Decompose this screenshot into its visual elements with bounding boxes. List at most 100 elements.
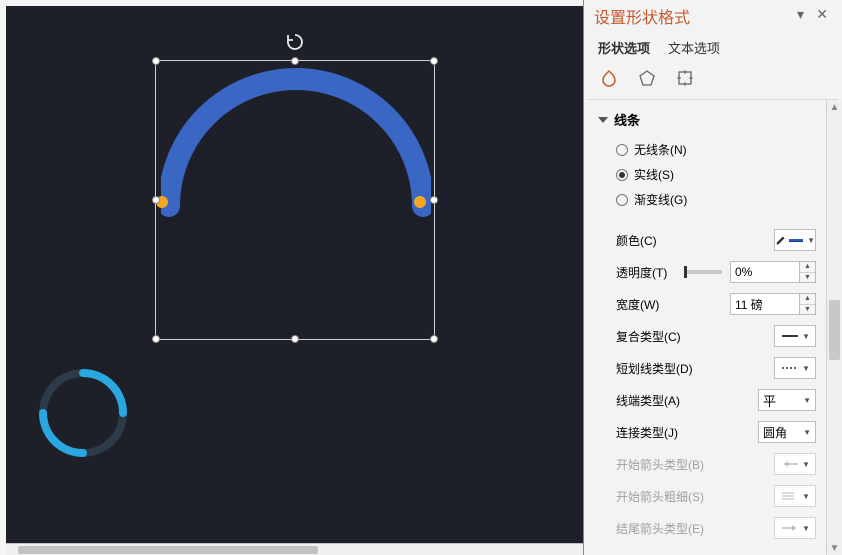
compound-type-button[interactable]: ▼ (774, 325, 816, 347)
app-root: 设置形状格式 ▾ ✕ 形状选项 文本选项 线条 (0, 0, 842, 555)
transparency-spinner[interactable]: ▲▼ (800, 261, 816, 283)
color-swatch (789, 239, 803, 242)
spin-down-icon[interactable]: ▼ (800, 273, 815, 283)
radio-no-line-label: 无线条(N) (634, 141, 687, 158)
effects-icon[interactable] (636, 67, 658, 89)
scroll-down-icon[interactable]: ▼ (827, 541, 842, 555)
prop-arrow-end-type: 结尾箭头类型(E) ▼ (598, 512, 822, 544)
chevron-down-icon: ▼ (803, 396, 811, 405)
radio-gradient-line-label: 渐变线(G) (634, 191, 687, 208)
radio-icon (616, 194, 628, 206)
resize-handle-ne[interactable] (430, 57, 438, 65)
chevron-down-icon: ▼ (802, 332, 810, 341)
join-value: 圆角 (763, 424, 787, 441)
minimize-icon[interactable]: ▾ (797, 6, 804, 23)
arrow-begin-type-button: ▼ (774, 453, 816, 475)
pencil-icon (775, 233, 787, 247)
arrow-begin-size-button: ▼ (774, 485, 816, 507)
transparency-label: 透明度(T) (616, 264, 667, 281)
dash-label: 短划线类型(D) (616, 360, 693, 377)
chevron-down-icon: ▼ (803, 428, 811, 437)
prop-dash: 短划线类型(D) ▼ (598, 352, 822, 384)
tab-shape-options[interactable]: 形状选项 (598, 38, 650, 57)
prop-arrow-begin-type: 开始箭头类型(B) ▼ (598, 448, 822, 480)
arrow-type-icon (780, 522, 800, 534)
fill-line-icon[interactable] (598, 67, 620, 89)
transparency-slider[interactable] (686, 270, 722, 274)
spin-up-icon[interactable]: ▲ (800, 294, 815, 305)
ruler-top (0, 0, 583, 6)
scroll-up-icon[interactable]: ▲ (827, 100, 842, 114)
arrow-type-icon (780, 458, 800, 470)
close-icon[interactable]: ✕ (816, 6, 828, 23)
panel-header: 设置形状格式 ▾ ✕ (584, 0, 842, 30)
prop-arrow-begin-size: 开始箭头粗细(S) ▼ (598, 480, 822, 512)
radio-solid-line-label: 实线(S) (634, 166, 674, 183)
radio-icon (616, 169, 628, 181)
chevron-down-icon: ▼ (802, 460, 810, 469)
section-line[interactable]: 线条 (598, 110, 822, 129)
width-spinner[interactable]: ▲▼ (800, 293, 816, 315)
arc-endpoint-right[interactable] (414, 196, 426, 208)
rotate-handle[interactable] (286, 33, 304, 51)
spin-up-icon[interactable]: ▲ (800, 262, 815, 273)
arrow-begin-size-label: 开始箭头粗细(S) (616, 488, 704, 505)
properties-area: 线条 无线条(N) 实线(S) 渐变线(G) 颜色(C) (584, 100, 826, 555)
arc-shape[interactable] (161, 66, 431, 266)
prop-join: 连接类型(J) 圆角 ▼ (598, 416, 822, 448)
join-type-dropdown[interactable]: 圆角 ▼ (758, 421, 816, 443)
radio-solid-line[interactable]: 实线(S) (598, 162, 822, 187)
scrollbar-thumb[interactable] (18, 546, 318, 554)
selection-box[interactable] (155, 60, 435, 340)
resize-handle-n[interactable] (291, 57, 299, 65)
cap-type-dropdown[interactable]: 平 ▼ (758, 389, 816, 411)
transparency-input[interactable] (730, 261, 800, 283)
panel-icon-tabs (584, 63, 842, 99)
prop-cap: 线端类型(A) 平 ▼ (598, 384, 822, 416)
prop-compound: 复合类型(C) ▼ (598, 320, 822, 352)
width-input[interactable] (730, 293, 800, 315)
scrollbar-thumb[interactable] (829, 300, 840, 360)
chevron-down-icon: ▼ (802, 364, 810, 373)
format-shape-panel: 设置形状格式 ▾ ✕ 形状选项 文本选项 线条 (584, 0, 842, 555)
chevron-down-icon: ▼ (807, 236, 815, 245)
arrow-end-type-label: 结尾箭头类型(E) (616, 520, 704, 537)
canvas-scrollbar-horizontal[interactable] (6, 543, 583, 555)
panel-scrollbar-vertical[interactable]: ▲ ▼ (826, 100, 842, 555)
compound-label: 复合类型(C) (616, 328, 681, 345)
chevron-down-icon: ▼ (802, 524, 810, 533)
color-picker-button[interactable]: ▼ (774, 229, 816, 251)
panel-tabs: 形状选项 文本选项 (584, 30, 842, 63)
arrow-size-icon (780, 490, 800, 502)
canvas[interactable] (0, 0, 584, 555)
panel-title: 设置形状格式 (594, 4, 690, 28)
slider-knob[interactable] (684, 266, 687, 278)
spin-down-icon[interactable]: ▼ (800, 305, 815, 315)
width-label: 宽度(W) (616, 296, 659, 313)
arrow-begin-type-label: 开始箭头类型(B) (616, 456, 704, 473)
radio-no-line[interactable]: 无线条(N) (598, 137, 822, 162)
size-props-icon[interactable] (674, 67, 696, 89)
section-line-label: 线条 (614, 110, 640, 129)
color-label: 颜色(C) (616, 232, 657, 249)
loading-spinner (35, 365, 131, 461)
resize-handle-e[interactable] (430, 196, 438, 204)
dash-type-button[interactable]: ▼ (774, 357, 816, 379)
cap-value: 平 (763, 391, 776, 410)
tab-text-options[interactable]: 文本选项 (668, 38, 720, 57)
join-label: 连接类型(J) (616, 424, 678, 441)
resize-handle-se[interactable] (430, 335, 438, 343)
prop-width: 宽度(W) ▲▼ (598, 288, 822, 320)
prop-transparency: 透明度(T) ▲▼ (598, 256, 822, 288)
resize-handle-sw[interactable] (152, 335, 160, 343)
resize-handle-s[interactable] (291, 335, 299, 343)
radio-icon (616, 144, 628, 156)
resize-handle-w[interactable] (152, 196, 160, 204)
radio-gradient-line[interactable]: 渐变线(G) (598, 187, 822, 212)
chevron-down-icon: ▼ (802, 492, 810, 501)
ruler-left (0, 0, 6, 555)
cap-label: 线端类型(A) (616, 392, 680, 409)
resize-handle-nw[interactable] (152, 57, 160, 65)
dash-line-icon (780, 362, 800, 374)
arrow-end-type-button: ▼ (774, 517, 816, 539)
